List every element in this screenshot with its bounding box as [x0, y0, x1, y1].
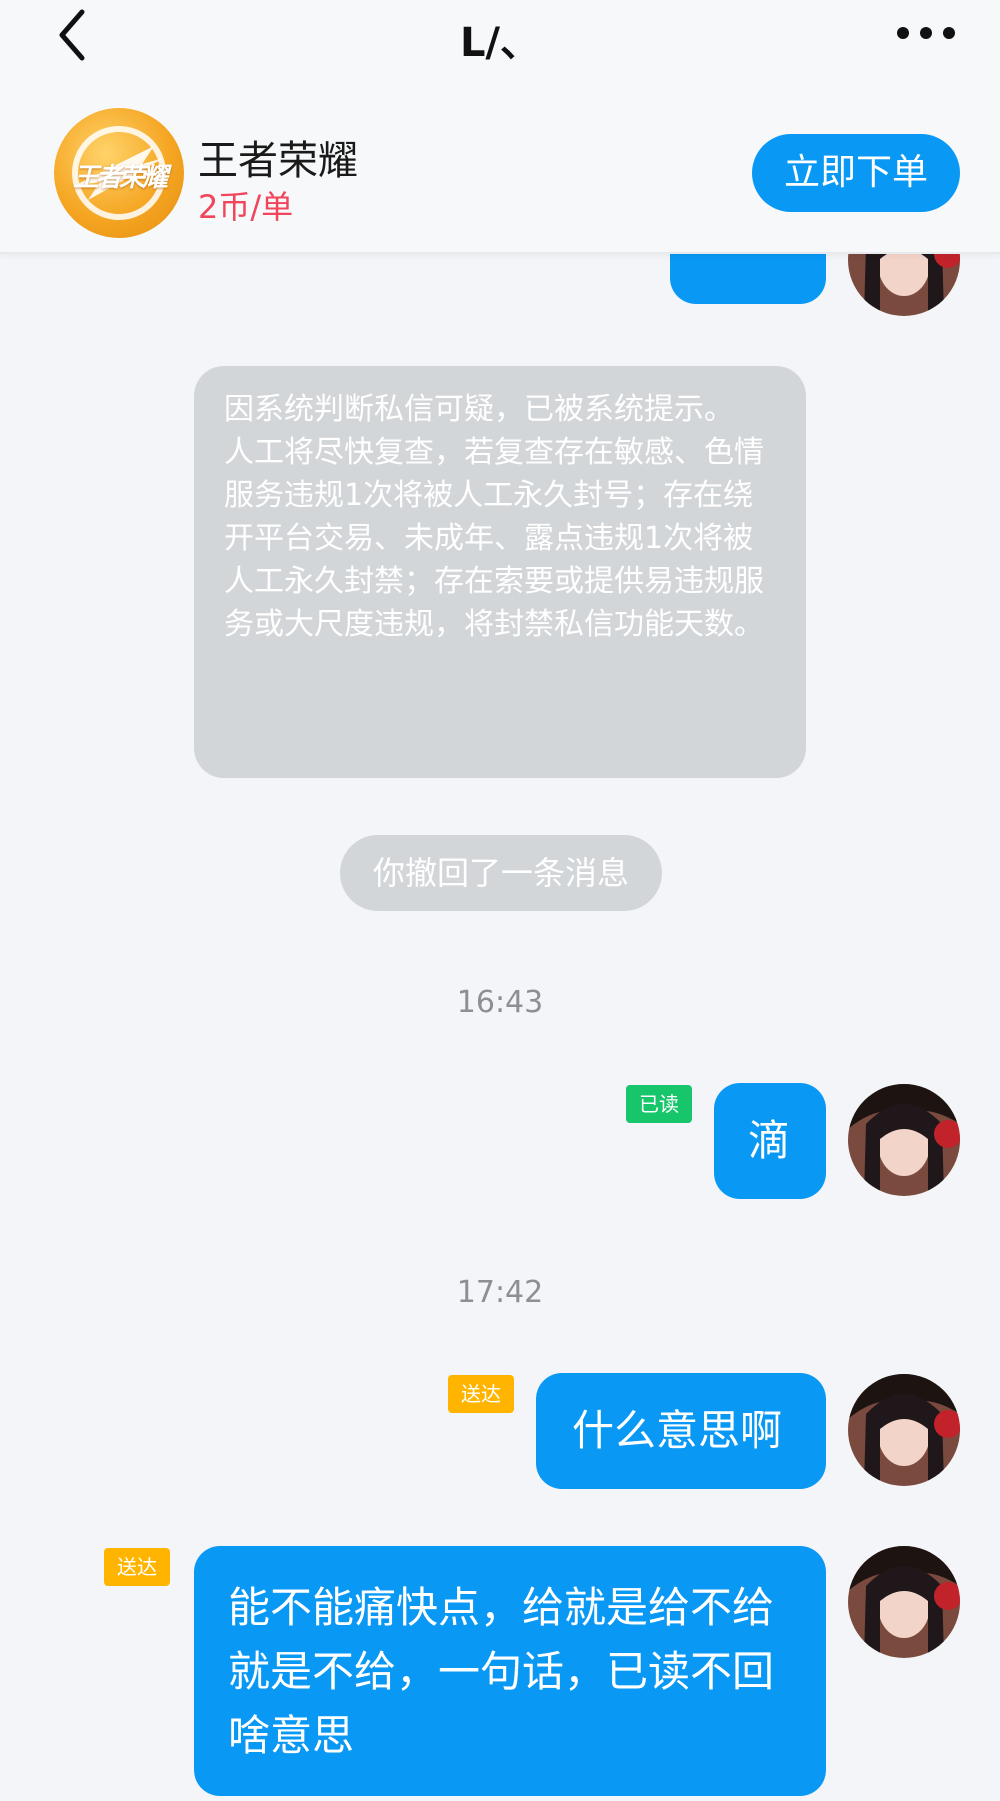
chat-title: L/、	[459, 20, 541, 66]
read-status-badge: 已读	[626, 1085, 692, 1123]
message-bubble[interactable]: 什么意思啊	[536, 1373, 826, 1489]
order-now-button[interactable]: 立即下单	[752, 134, 960, 212]
user-avatar[interactable]	[848, 1374, 960, 1486]
recall-notice: 你撤回了一条消息	[340, 835, 662, 911]
chat-screen: L/、 王者荣耀 王者荣耀 2币/单 立即下单 加了	[0, 0, 1000, 1801]
more-horizontal-icon[interactable]	[895, 22, 957, 44]
game-logo-text: 王者荣耀	[72, 163, 168, 193]
game-name: 王者荣耀	[198, 138, 358, 184]
message-bubble[interactable]: 能不能痛快点，给就是给不给就是不给，一句话，已读不回啥意思	[194, 1546, 826, 1796]
game-logo: 王者荣耀	[54, 108, 184, 238]
system-notice: 因系统判断私信可疑，已被系统提示。 人工将尽快复查，若复查存在敏感、色情服务违规…	[194, 366, 806, 778]
top-bar: L/、	[0, 0, 1000, 80]
message-list[interactable]: 加了 因系统判断私信可疑，已被系统提示。 人工将尽快复查，若复查存在敏感、色情服…	[0, 254, 1000, 1801]
message-bubble-partial[interactable]: 加了	[670, 254, 826, 304]
message-text: 什么意思啊	[572, 1406, 783, 1455]
timestamp: 16:43	[456, 985, 544, 1020]
message-text: 滴	[748, 1116, 791, 1165]
game-price: 2币/单	[198, 188, 294, 226]
user-avatar[interactable]	[848, 1084, 960, 1196]
timestamp: 17:42	[456, 1275, 544, 1310]
message-text: 能不能痛快点，给就是给不给就是不给，一句话，已读不回啥意思	[228, 1583, 775, 1760]
message-text: 加了	[704, 254, 788, 255]
sent-status-badge: 送达	[448, 1375, 514, 1413]
user-avatar[interactable]	[848, 254, 960, 316]
sent-status-badge: 送达	[104, 1548, 170, 1586]
service-card: 王者荣耀 王者荣耀 2币/单 立即下单	[0, 80, 1000, 254]
message-bubble[interactable]: 滴	[714, 1083, 826, 1199]
user-avatar[interactable]	[848, 1546, 960, 1658]
